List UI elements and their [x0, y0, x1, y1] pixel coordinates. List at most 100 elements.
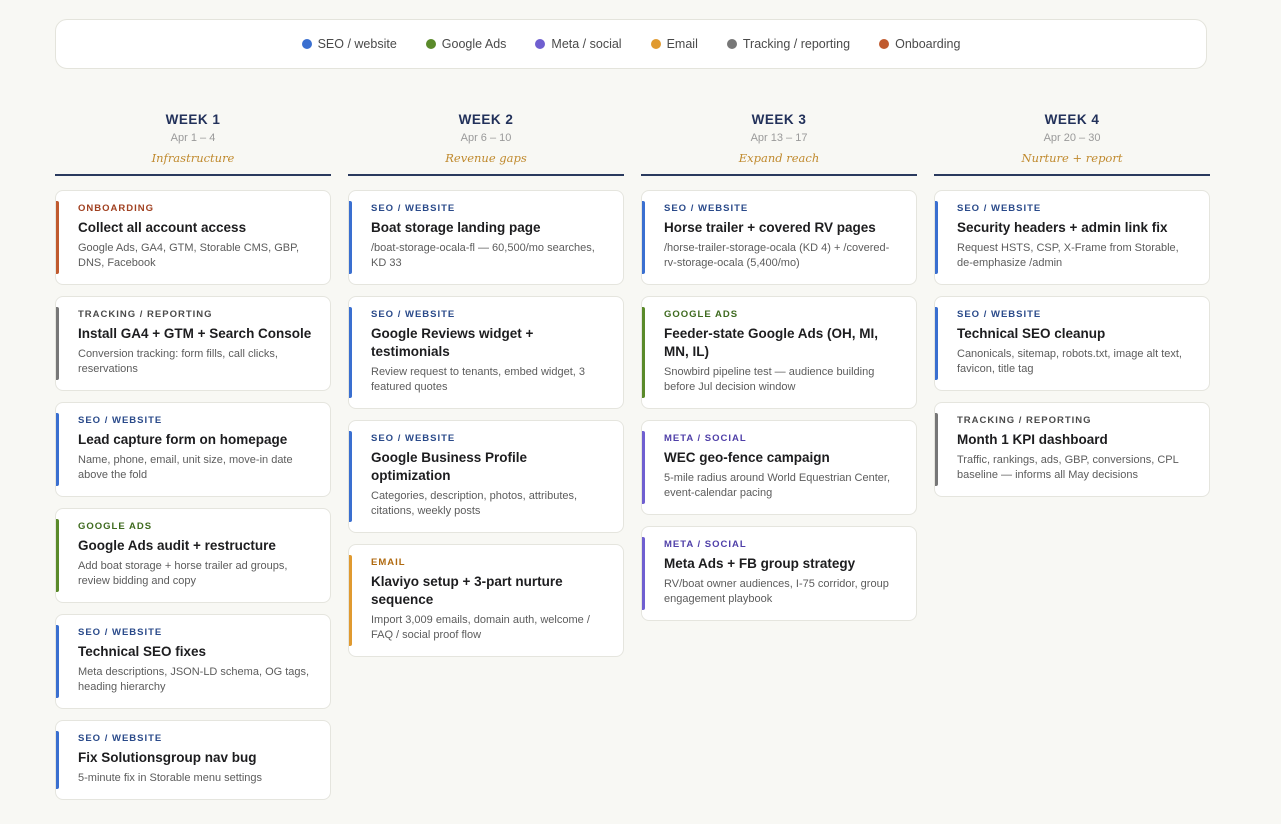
task-description: Canonicals, sitemap, robots.txt, image a… — [957, 348, 1182, 375]
task-description: 5-mile radius around World Equestrian Ce… — [664, 472, 891, 499]
task-card[interactable]: META / SOCIAL Meta Ads + FB group strateg… — [641, 526, 917, 621]
legend-dot-icon — [726, 39, 737, 49]
task-category-tag: GOOGLE ADS — [664, 309, 739, 320]
legend-dot-icon — [425, 39, 436, 49]
week-theme: Revenue gaps — [445, 151, 527, 165]
legend-item: Onboarding — [879, 37, 960, 51]
task-description: Add boat storage + horse trailer ad grou… — [78, 560, 288, 587]
week-title: WEEK 4 — [1044, 112, 1100, 127]
legend-label: Tracking / reporting — [742, 37, 851, 51]
task-title: Horse trailer + covered RV pages — [664, 220, 876, 235]
task-card[interactable]: TRACKING / REPORTING Install GA4 + GTM + … — [55, 296, 331, 391]
task-title: Lead capture form on homepage — [78, 432, 288, 447]
task-title: Google Business Profile optimization — [371, 450, 528, 483]
legend-dot-icon — [650, 39, 661, 49]
task-card[interactable]: SEO / WEBSITE Fix Solutionsgroup nav bug 5… — [55, 720, 331, 800]
task-category-tag: SEO / WEBSITE — [371, 309, 456, 320]
week-theme: Infrastructure — [151, 151, 235, 165]
task-description: 5-minute fix in Storable menu settings — [78, 772, 263, 784]
category-bar — [349, 201, 352, 274]
task-card[interactable]: SEO / WEBSITE Horse trailer + covered RV … — [641, 190, 917, 285]
task-category-tag: GOOGLE ADS — [78, 521, 153, 532]
task-title: Meta Ads + FB group strategy — [664, 556, 856, 571]
category-bar — [935, 307, 938, 380]
task-description: Name, phone, email, unit size, move-in d… — [78, 454, 293, 481]
task-card[interactable]: META / SOCIAL WEC geo-fence campaign 5-mil… — [641, 420, 917, 515]
task-category-tag: SEO / WEBSITE — [78, 733, 163, 744]
task-title: Security headers + admin link fix — [957, 220, 1168, 235]
task-description: Request HSTS, CSP, X-Frame from Storable… — [957, 242, 1179, 269]
task-description: Categories, description, photos, attribu… — [371, 490, 578, 517]
category-bar — [56, 201, 59, 274]
task-card[interactable]: SEO / WEBSITE Security headers + admin li… — [934, 190, 1210, 285]
task-category-tag: EMAIL — [371, 557, 406, 568]
task-card[interactable]: SEO / WEBSITE Technical SEO fixes Meta des… — [55, 614, 331, 709]
legend-label: Meta / social — [551, 37, 622, 51]
task-card[interactable]: TRACKING / REPORTING Month 1 KPI dashboar… — [934, 402, 1210, 497]
week-header: WEEK 3 Apr 13 – 17 Expand reach — [641, 110, 917, 176]
category-bar — [642, 537, 645, 610]
category-bar — [56, 731, 59, 789]
category-bar — [349, 431, 352, 522]
task-card[interactable]: SEO / WEBSITE Google Business Profile opt… — [348, 420, 624, 533]
category-legend: SEO / website Google Ads Meta / social Emai… — [55, 19, 1207, 69]
task-category-tag: ONBOARDING — [78, 203, 154, 214]
category-bar — [56, 519, 59, 592]
category-bar — [642, 431, 645, 504]
legend-label: SEO / website — [317, 37, 397, 51]
task-description: Google Ads, GA4, GTM, Storable CMS, GBP,… — [78, 242, 300, 269]
task-list: SEO / WEBSITE Boat storage landing page/b… — [348, 190, 624, 657]
week-title: WEEK 2 — [458, 112, 514, 127]
task-title: Boat storage landing page — [371, 220, 541, 235]
task-category-tag: SEO / WEBSITE — [957, 309, 1042, 320]
legend-item: Email — [650, 37, 698, 51]
task-category-tag: SEO / WEBSITE — [664, 203, 749, 214]
task-title: Google Reviews widget + testimonials — [371, 326, 534, 359]
week-title: WEEK 3 — [751, 112, 807, 127]
task-card[interactable]: EMAIL Klaviyo setup + 3-part nurture sequ… — [348, 544, 624, 657]
task-description: Snowbird pipeline test — audience buildi… — [664, 366, 875, 393]
task-description: Review request to tenants, embed widget,… — [371, 366, 586, 393]
task-list: SEO / WEBSITE Horse trailer + covered RV … — [641, 190, 917, 621]
category-bar — [935, 413, 938, 486]
category-bar — [642, 307, 645, 398]
category-bar — [642, 201, 645, 274]
task-card[interactable]: GOOGLE ADS Feeder-state Google Ads (OH, M… — [641, 296, 917, 409]
task-title: Technical SEO fixes — [78, 644, 207, 659]
legend-dot-icon — [535, 39, 546, 49]
week-theme: Nurture + report — [1021, 151, 1123, 165]
task-card[interactable]: GOOGLE ADS Google Ads audit + restructure… — [55, 508, 331, 603]
task-card[interactable]: SEO / WEBSITE Boat storage landing page/b… — [348, 190, 624, 285]
task-title: Klaviyo setup + 3-part nurture sequence — [371, 574, 563, 607]
task-category-tag: TRACKING / REPORTING — [957, 415, 1092, 426]
task-category-tag: META / SOCIAL — [664, 539, 747, 550]
week-header: WEEK 4 Apr 20 – 30 Nurture + report — [934, 110, 1210, 176]
task-card[interactable]: SEO / WEBSITE Lead capture form on homepa… — [55, 402, 331, 497]
task-list: SEO / WEBSITE Security headers + admin li… — [934, 190, 1210, 497]
week-column: WEEK 2 Apr 6 – 10 Revenue gaps SEO / WEBSIT… — [348, 110, 624, 800]
task-title: Fix Solutionsgroup nav bug — [78, 750, 257, 765]
category-bar — [349, 555, 352, 646]
week-title: WEEK 1 — [165, 112, 221, 127]
task-list: ONBOARDING Collect all account access Goog… — [55, 190, 331, 800]
week-column: WEEK 1 Apr 1 – 4 Infrastructure ONBOARDING C… — [55, 110, 331, 800]
task-description: /boat-storage-ocala-fl — 60,500/mo searc… — [371, 242, 595, 269]
task-category-tag: SEO / WEBSITE — [371, 433, 456, 444]
legend-dot-icon — [879, 39, 890, 49]
category-bar — [56, 307, 59, 380]
task-card[interactable]: SEO / WEBSITE Google Reviews widget + tes… — [348, 296, 624, 409]
task-title: WEC geo-fence campaign — [664, 450, 830, 465]
task-category-tag: SEO / WEBSITE — [78, 415, 163, 426]
task-title: Month 1 KPI dashboard — [957, 432, 1108, 447]
task-description: RV/boat owner audiences, I-75 corridor, … — [664, 578, 889, 605]
task-category-tag: SEO / WEBSITE — [371, 203, 456, 214]
weekly-plan-board: WEEK 1 Apr 1 – 4 Infrastructure ONBOARDING C… — [55, 110, 1210, 800]
task-title: Collect all account access — [78, 220, 247, 235]
task-title: Technical SEO cleanup — [957, 326, 1106, 341]
category-bar — [935, 201, 938, 274]
week-theme: Expand reach — [738, 151, 820, 165]
week-dates: Apr 6 – 10 — [460, 132, 512, 144]
task-card[interactable]: SEO / WEBSITE Technical SEO cleanup Canoni… — [934, 296, 1210, 391]
category-bar — [56, 413, 59, 486]
task-card[interactable]: ONBOARDING Collect all account access Goog… — [55, 190, 331, 285]
